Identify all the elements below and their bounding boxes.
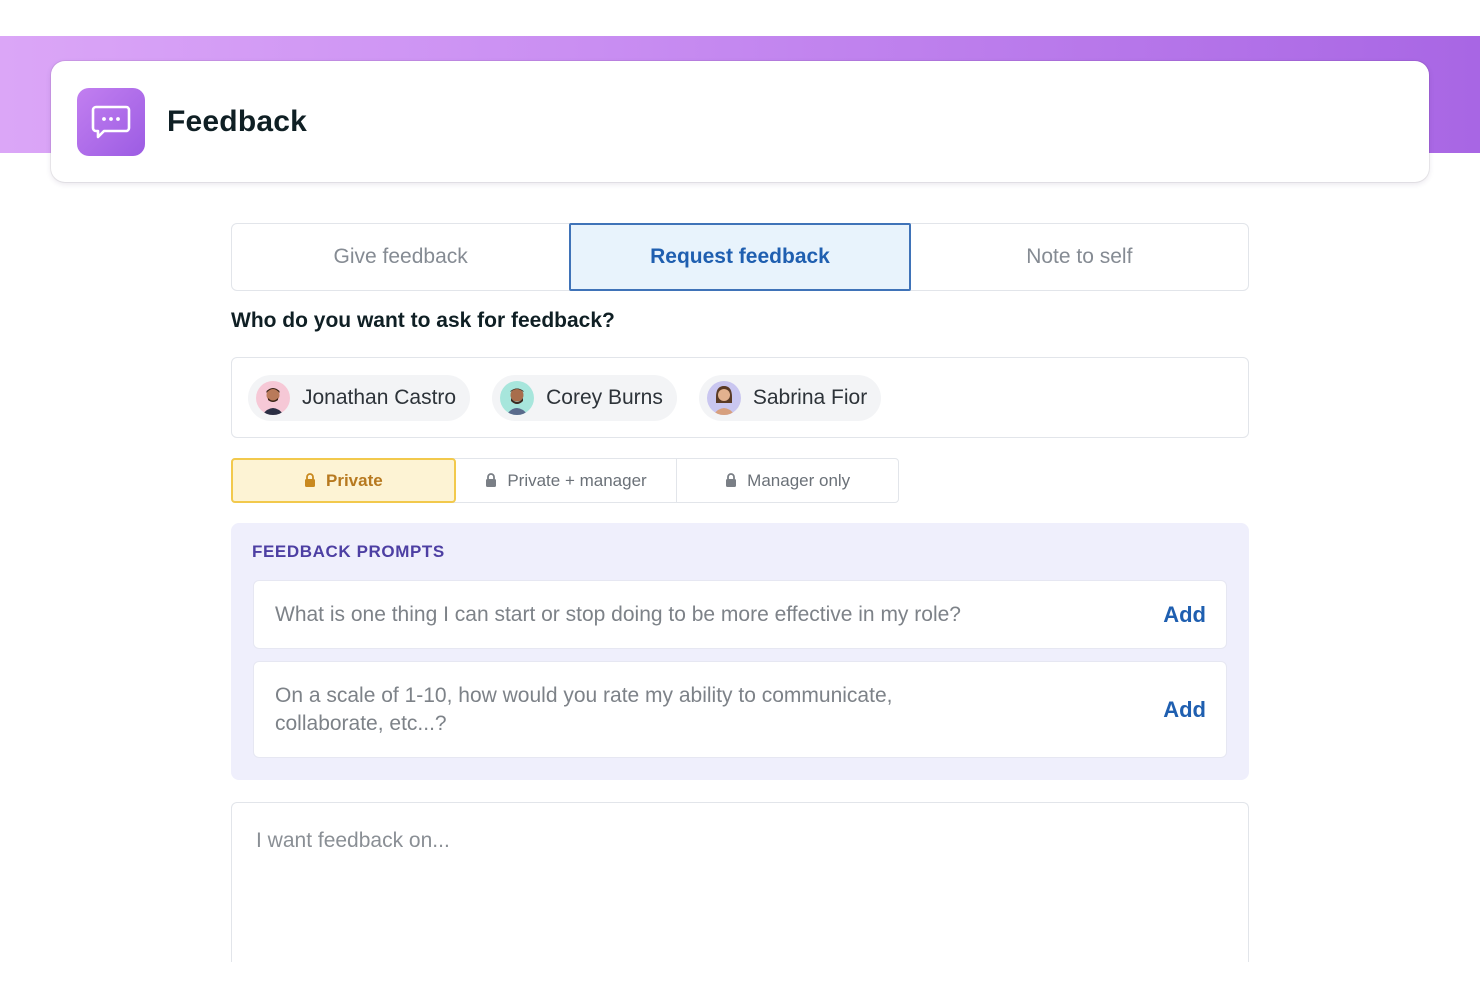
feedback-prompts-panel: FEEDBACK PROMPTS What is one thing I can… [231,523,1249,780]
prompt-text: What is one thing I can start or stop do… [275,602,961,626]
prompt-text: On a scale of 1-10, how would you rate m… [275,683,893,735]
lock-icon [486,473,497,487]
privacy-option-label: Private + manager [507,470,647,490]
lock-icon [726,473,737,487]
tab-request-feedback[interactable]: Request feedback [569,223,911,291]
recipient-chip[interactable]: Jonathan Castro [248,374,471,421]
chat-bubble-icon [77,87,145,156]
privacy-option-manager-only[interactable]: Manager only [677,459,898,502]
lock-icon [304,473,315,487]
avatar [500,380,535,415]
page-title: Feedback [167,104,307,138]
tab-give-feedback[interactable]: Give feedback [232,224,569,290]
recipient-chip[interactable]: Sabrina Fior [698,374,882,421]
prompts-heading: FEEDBACK PROMPTS [252,542,445,561]
app-header: Feedback [51,61,1429,182]
privacy-option-private-manager[interactable]: Private + manager [456,459,678,502]
recipient-name: Corey Burns [546,385,663,409]
avatar [256,380,290,415]
privacy-selector: Private Private + manager Manager only [231,458,899,503]
prompt-item: On a scale of 1-10, how would you rate m… [253,661,1227,758]
privacy-option-label: Private [325,470,383,490]
add-prompt-button[interactable]: Add [1163,602,1206,628]
feedback-mode-tabs: Give feedback Request feedback Note to s… [231,223,1249,291]
recipients-field[interactable]: Jonathan Castro Corey Burns Sabrina Fior [231,357,1249,438]
feedback-topic-input[interactable]: I want feedback on... [231,802,1249,962]
recipient-name: Jonathan Castro [302,385,457,409]
privacy-option-private[interactable]: Private [231,458,456,503]
recipients-question: Who do you want to ask for feedback? [231,309,615,332]
recipient-name: Sabrina Fior [752,385,868,409]
tab-note-to-self[interactable]: Note to self [911,224,1248,290]
avatar [706,380,741,415]
privacy-option-label: Manager only [747,470,851,490]
prompt-item: What is one thing I can start or stop do… [253,580,1227,649]
recipient-chip[interactable]: Corey Burns [492,374,677,421]
add-prompt-button[interactable]: Add [1163,697,1206,723]
